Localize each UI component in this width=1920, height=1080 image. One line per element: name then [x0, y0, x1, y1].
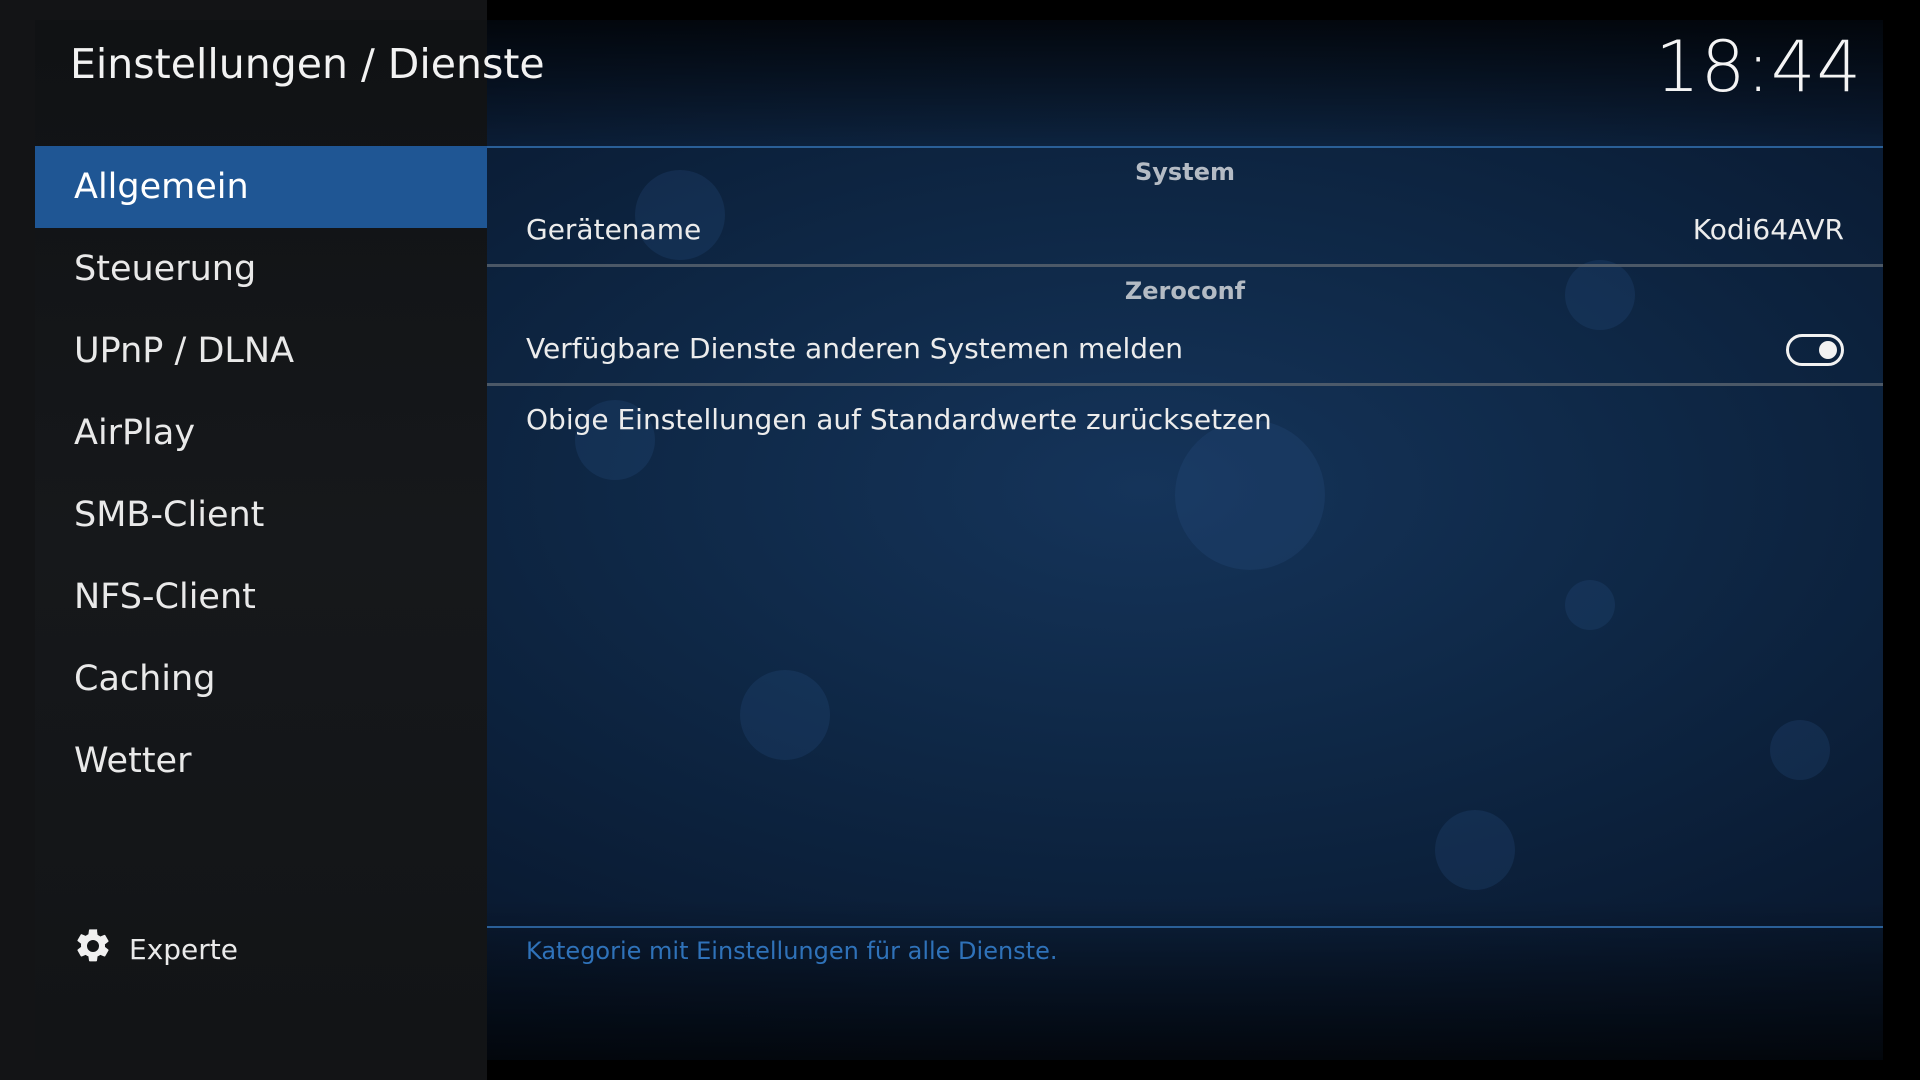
gear-icon	[73, 926, 129, 973]
settings-level-button[interactable]: Experte	[73, 926, 238, 973]
sidebar-item-allgemein[interactable]: Allgemein	[35, 146, 487, 228]
sidebar-item-airplay[interactable]: AirPlay	[35, 392, 487, 474]
toggle-knob	[1819, 341, 1837, 359]
setting-value: Kodi64AVR	[1692, 213, 1844, 246]
background-bubble	[1770, 720, 1830, 780]
sidebar-item-caching[interactable]: Caching	[35, 638, 487, 720]
screen-border	[0, 1060, 487, 1080]
sidebar-item-upnp-dlna[interactable]: UPnP / DLNA	[35, 310, 487, 392]
background-bubble	[1565, 580, 1615, 630]
divider	[487, 264, 1883, 267]
settings-level-label: Experte	[129, 933, 238, 966]
group-header-zeroconf: Zeroconf	[1124, 277, 1246, 305]
sidebar-item-steuerung[interactable]: Steuerung	[35, 228, 487, 310]
setting-label: Gerätename	[526, 213, 702, 246]
screen-border	[0, 0, 35, 1080]
reset-settings-button[interactable]: Obige Einstellungen auf Standardwerte zu…	[487, 386, 1883, 454]
clock: 18:44	[1655, 26, 1862, 108]
toggle-switch[interactable]	[1786, 334, 1844, 366]
setting-row-announce-services[interactable]: Verfügbare Dienste anderen Systemen meld…	[487, 315, 1883, 383]
settings-list: System Gerätename Kodi64AVR Zeroconf Ver…	[487, 146, 1883, 454]
background-bubble	[740, 670, 830, 760]
category-list: Allgemein Steuerung UPnP / DLNA AirPlay …	[35, 146, 487, 802]
sidebar-item-smb-client[interactable]: SMB-Client	[35, 474, 487, 556]
background-bubble	[1435, 810, 1515, 890]
sidebar-item-nfs-client[interactable]: NFS-Client	[35, 556, 487, 638]
setting-label: Verfügbare Dienste anderen Systemen meld…	[526, 332, 1184, 365]
setting-row-device-name[interactable]: Gerätename Kodi64AVR	[487, 196, 1883, 264]
screen-border	[0, 0, 487, 20]
reset-settings-label: Obige Einstellungen auf Standardwerte zu…	[526, 403, 1272, 436]
page-title: Einstellungen / Dienste	[70, 40, 545, 88]
sidebar-item-wetter[interactable]: Wetter	[35, 720, 487, 802]
group-header-system: System	[1135, 158, 1235, 186]
divider	[487, 926, 1883, 928]
category-description: Kategorie mit Einstellungen für alle Die…	[526, 937, 1058, 965]
kodi-window: Einstellungen / Dienste 18:44 Allgemein …	[0, 0, 1920, 1080]
